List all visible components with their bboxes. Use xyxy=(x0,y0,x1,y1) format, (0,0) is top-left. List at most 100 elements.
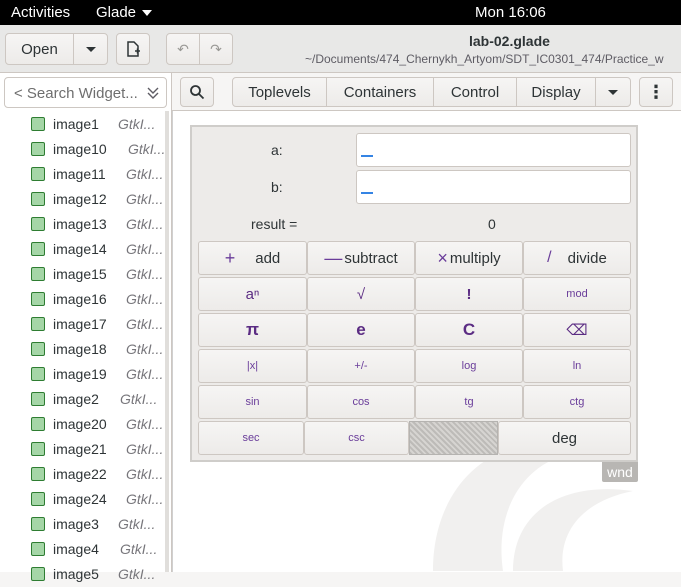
image-widget-icon xyxy=(31,517,45,531)
clock[interactable]: Mon 16:06 xyxy=(475,4,546,21)
widget-type: GtkI... xyxy=(126,316,164,332)
widget-tree-row[interactable]: image5 GtkI... xyxy=(0,562,172,587)
backspace-icon: ⌫ xyxy=(566,322,588,339)
redo-button[interactable]: ↷ xyxy=(199,33,233,65)
tg-icon: tg xyxy=(464,396,474,408)
calculator-window-preview[interactable]: a: b: result = 0 + add — subtract × multipl… xyxy=(190,125,638,462)
redo-icon: ↷ xyxy=(210,40,222,57)
widget-tree-row[interactable]: image22 GtkI... xyxy=(0,462,172,487)
image-widget-icon xyxy=(31,292,45,306)
open-button[interactable]: Open xyxy=(5,33,74,65)
widget-name: image15 xyxy=(53,266,107,282)
csc-button[interactable]: csc xyxy=(304,421,409,455)
widget-tree-row[interactable]: image3 GtkI... xyxy=(0,512,172,537)
e-button[interactable]: e xyxy=(307,313,415,347)
app-name: Glade xyxy=(96,4,137,21)
deg-toggle-button[interactable]: deg xyxy=(498,421,631,455)
widget-name: image19 xyxy=(53,366,107,382)
add-button[interactable]: + add xyxy=(198,241,307,275)
result-label: result = xyxy=(251,216,298,232)
tab-display[interactable]: Display xyxy=(516,77,596,107)
widget-tree-row[interactable]: image4 GtkI... xyxy=(0,537,172,562)
new-document-icon xyxy=(127,41,140,57)
tab-control[interactable]: Control xyxy=(433,77,517,107)
widget-tree-row[interactable]: image19 GtkI... xyxy=(0,362,172,387)
activities-button[interactable]: Activities xyxy=(11,4,70,21)
entry-b[interactable] xyxy=(356,170,631,204)
divide-button[interactable]: / divide xyxy=(523,241,631,275)
app-menu[interactable]: Glade xyxy=(96,4,153,21)
tg-button[interactable]: tg xyxy=(415,385,523,419)
widget-tree-row[interactable]: image14 GtkI... xyxy=(0,237,172,262)
label-b: b: xyxy=(271,179,283,195)
widget-tree-row[interactable]: image2 GtkI... xyxy=(0,387,172,412)
expand-all-icon[interactable] xyxy=(146,86,160,100)
widget-tree-row[interactable]: image16 GtkI... xyxy=(0,287,172,312)
main-menu-button[interactable]: ⋮ xyxy=(639,77,673,107)
log-button[interactable]: log xyxy=(415,349,523,383)
csc-icon: csc xyxy=(348,432,365,444)
image-widget-icon xyxy=(31,342,45,356)
undo-button[interactable]: ↶ xyxy=(166,33,200,65)
widget-tree-row[interactable]: image15 GtkI... xyxy=(0,262,172,287)
image-widget-icon xyxy=(31,467,45,481)
widget-name: image24 xyxy=(53,491,107,507)
widget-tree-row[interactable]: image1 GtkI... xyxy=(0,112,172,137)
cos-button[interactable]: cos xyxy=(307,385,415,419)
entry-a[interactable] xyxy=(356,133,631,167)
widget-tree-row[interactable]: image18 GtkI... xyxy=(0,337,172,362)
slash-icon: / xyxy=(547,249,552,266)
system-top-bar: Activities Glade Mon 16:06 xyxy=(0,0,681,25)
root-button[interactable]: √ xyxy=(307,277,415,311)
window-name-tag: wnd xyxy=(602,462,638,482)
sec-button[interactable]: sec xyxy=(198,421,304,455)
clear-button[interactable]: C xyxy=(415,313,523,347)
text-cursor xyxy=(361,192,373,194)
widget-tree-row[interactable]: image20 GtkI... xyxy=(0,412,172,437)
image-widget-icon xyxy=(31,142,45,156)
image-widget-icon xyxy=(31,167,45,181)
window-subtitle: ~/Documents/474_Chernykh_Artyom/SDT_IC03… xyxy=(305,52,664,66)
kebab-menu-icon: ⋮ xyxy=(647,81,665,102)
widget-type: GtkI... xyxy=(120,541,158,557)
backspace-button[interactable]: ⌫ xyxy=(523,313,631,347)
factorial-button[interactable]: ! xyxy=(415,277,523,311)
tab-containers[interactable]: Containers xyxy=(326,77,434,107)
palette-search-button[interactable] xyxy=(180,77,214,107)
widget-name: image10 xyxy=(53,141,107,157)
pi-button[interactable]: π xyxy=(198,313,307,347)
sin-icon: sin xyxy=(245,396,260,408)
tab-toplevels[interactable]: Toplevels xyxy=(232,77,327,107)
mod-button[interactable]: mod xyxy=(523,277,631,311)
ctg-button[interactable]: ctg xyxy=(523,385,631,419)
new-project-button[interactable] xyxy=(116,33,150,65)
widget-tree-row[interactable]: image12 GtkI... xyxy=(0,187,172,212)
widget-name: image22 xyxy=(53,466,107,482)
multiply-button[interactable]: × multiply xyxy=(415,241,523,275)
widget-tree-row[interactable]: image17 GtkI... xyxy=(0,312,172,337)
widget-name: image20 xyxy=(53,416,107,432)
power-button[interactable]: aⁿ xyxy=(198,277,307,311)
widget-tree-row[interactable]: image21 GtkI... xyxy=(0,437,172,462)
widget-type: GtkI... xyxy=(120,391,158,407)
left-scrollbar[interactable] xyxy=(165,111,169,572)
widget-tree-row[interactable]: image11 GtkI... xyxy=(0,162,172,187)
deg-label: deg xyxy=(551,429,578,447)
add-button-label: add xyxy=(255,249,281,267)
widget-tree-row[interactable]: image24 GtkI... xyxy=(0,487,172,512)
image-widget-icon xyxy=(31,217,45,231)
image-widget-icon xyxy=(31,567,45,581)
ln-button[interactable]: ln xyxy=(523,349,631,383)
abs-button[interactable]: |x| xyxy=(198,349,307,383)
palette-more-button[interactable] xyxy=(595,77,631,107)
widget-tree-row[interactable]: image10 GtkI... xyxy=(0,137,172,162)
empty-placeholder-slot[interactable] xyxy=(409,421,498,455)
recent-menu-button[interactable] xyxy=(73,33,108,65)
subtract-button[interactable]: — subtract xyxy=(307,241,415,275)
widget-type: GtkI... xyxy=(126,241,164,257)
sin-button[interactable]: sin xyxy=(198,385,307,419)
widget-tree-row[interactable]: image13 GtkI... xyxy=(0,212,172,237)
sign-button[interactable]: +/- xyxy=(307,349,415,383)
widget-type: GtkI... xyxy=(126,291,164,307)
search-widget-input[interactable]: < Search Widget... xyxy=(4,77,167,108)
